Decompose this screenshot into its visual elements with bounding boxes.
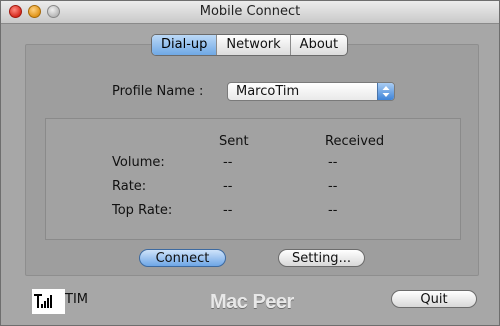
carrier-name: TIM — [65, 292, 88, 307]
tab-bar: Dial-up Network About — [151, 34, 349, 56]
rate-label: Rate: — [112, 179, 147, 194]
profile-select-value: MarcoTim — [236, 84, 300, 99]
tab-about[interactable]: About — [291, 35, 347, 55]
profile-select[interactable]: MarcoTim — [227, 82, 395, 101]
top-rate-sent-value: -- — [223, 203, 233, 218]
volume-received-value: -- — [328, 155, 338, 170]
top-rate-label: Top Rate: — [112, 203, 173, 218]
rate-received-value: -- — [328, 179, 338, 194]
rate-sent-value: -- — [223, 179, 233, 194]
main-window: Mobile Connect Dial-up Network About Pro… — [0, 0, 500, 326]
volume-sent-value: -- — [223, 155, 233, 170]
quit-button[interactable]: Quit — [391, 290, 477, 308]
tab-network[interactable]: Network — [217, 35, 291, 55]
received-header: Received — [325, 134, 385, 149]
sent-header: Sent — [219, 134, 249, 149]
signal-bars-icon — [32, 289, 65, 314]
setting-button[interactable]: Setting... — [278, 249, 365, 267]
window-title: Mobile Connect — [199, 4, 301, 19]
title-bar[interactable]: Mobile Connect — [1, 1, 499, 24]
volume-label: Volume: — [112, 155, 165, 170]
top-rate-received-value: -- — [328, 203, 338, 218]
select-arrows-icon — [377, 83, 394, 100]
profile-name-label: Profile Name : — [112, 84, 204, 99]
tab-dial-up[interactable]: Dial-up — [152, 35, 218, 55]
connect-button[interactable]: Connect — [139, 249, 226, 267]
statistics-box — [45, 118, 461, 240]
brand-logo: Mac Peer — [210, 291, 294, 313]
